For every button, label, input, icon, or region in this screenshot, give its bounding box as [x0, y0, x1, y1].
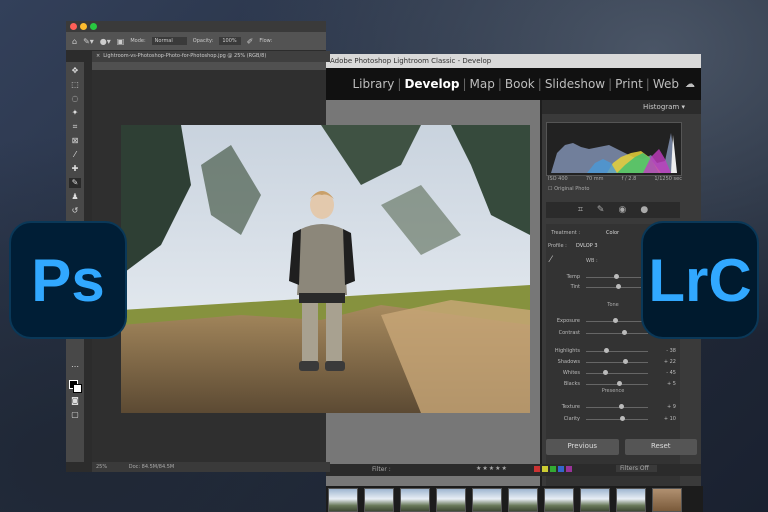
photoshop-logo: Ps — [9, 221, 127, 339]
module-book[interactable]: Book — [503, 77, 537, 91]
slider-knob — [620, 416, 625, 421]
previous-button[interactable]: Previous — [546, 439, 619, 455]
filmstrip-thumbnail[interactable] — [616, 488, 646, 512]
previous-reset-buttons: Previous Reset — [542, 439, 701, 455]
maximize-icon[interactable] — [90, 23, 97, 30]
slider-whites[interactable]: Whites - 45 — [546, 368, 680, 378]
opacity-input[interactable]: 100% — [219, 37, 241, 45]
background-color-swatch[interactable] — [73, 384, 82, 393]
filmstrip-thumbnail[interactable] — [400, 488, 430, 512]
filmstrip-thumbnail[interactable] — [544, 488, 574, 512]
healing-tool-icon[interactable]: ✚ — [69, 164, 81, 174]
eyedropper-tool-icon[interactable]: ⁄ — [69, 150, 81, 160]
slider-knob — [622, 330, 627, 335]
histogram-header[interactable]: Histogram ▾ — [542, 100, 701, 114]
develop-tool-strip: ⌗ ✎ ◉ ● — [546, 202, 680, 218]
lasso-tool-icon[interactable]: ◌ — [69, 94, 81, 104]
cloud-icon[interactable]: ☁ — [685, 79, 695, 90]
filmstrip-thumbnail[interactable] — [508, 488, 538, 512]
slider-knob — [603, 370, 608, 375]
module-library[interactable]: Library — [350, 77, 396, 91]
slider-knob — [617, 381, 622, 386]
filters-off-dropdown[interactable]: Filters Off — [616, 465, 657, 472]
close-icon[interactable] — [70, 23, 77, 30]
brush-settings-icon[interactable]: ▣ — [117, 37, 125, 46]
flow-label: Flow: — [259, 38, 273, 44]
module-develop[interactable]: Develop — [402, 77, 461, 91]
slider-knob — [604, 348, 609, 353]
history-brush-tool-icon[interactable]: ↺ — [69, 206, 81, 216]
filmstrip-thumbnail[interactable] — [364, 488, 394, 512]
quick-select-tool-icon[interactable]: ✦ — [69, 108, 81, 118]
color-label-filter[interactable] — [534, 466, 572, 472]
slider-knob — [613, 318, 618, 323]
filmstrip-thumbnail[interactable] — [652, 488, 682, 512]
frame-tool-icon[interactable]: ⊠ — [69, 136, 81, 146]
minimize-icon[interactable] — [80, 23, 87, 30]
module-slideshow[interactable]: Slideshow — [543, 77, 607, 91]
mode-select[interactable]: Normal — [151, 37, 187, 45]
home-icon[interactable]: ⌂ — [72, 37, 77, 46]
filmstrip-filter-bar: Filter : ★★★★★ Filters Off — [326, 464, 701, 476]
more-tools-icon[interactable]: ⋯ — [69, 362, 81, 372]
doc-size: Doc: 84.5M/84.5M — [128, 464, 175, 470]
filmstrip-thumbnail[interactable] — [328, 488, 358, 512]
pressure-opacity-icon[interactable]: ✐ — [247, 37, 254, 46]
filmstrip-thumbnail[interactable] — [472, 488, 502, 512]
mode-label: Mode: — [130, 38, 146, 44]
presence-section-label: Presence — [601, 388, 625, 394]
mask-icon[interactable]: ● — [640, 205, 648, 215]
horizontal-ruler — [92, 62, 326, 70]
slider-texture[interactable]: Texture + 9 — [546, 402, 680, 412]
document-tab[interactable]: × Lightroom-vs-Photoshop-Photo-for-Photos… — [92, 51, 330, 62]
treatment-value[interactable]: Color — [606, 230, 619, 236]
lightroom-title-bar: Adobe Photoshop Lightroom Classic - Deve… — [326, 54, 701, 68]
module-print[interactable]: Print — [613, 77, 645, 91]
crop-tool-icon[interactable]: ⌗ — [69, 122, 81, 132]
module-web[interactable]: Web — [651, 77, 681, 91]
close-tab-icon[interactable]: × — [96, 53, 100, 59]
photoshop-title-bar — [66, 21, 326, 32]
rating-filter-stars[interactable]: ★★★★★ — [476, 465, 508, 472]
filmstrip-thumbnail[interactable] — [580, 488, 610, 512]
stamp-tool-icon[interactable]: ♟ — [69, 192, 81, 202]
slider-clarity[interactable]: Clarity + 10 — [546, 414, 680, 424]
brush-tool-icon[interactable]: ✎▾ — [83, 37, 94, 46]
screen-mode-icon[interactable]: ▢ — [69, 410, 81, 420]
original-photo-checkbox[interactable]: ☐ Original Photo — [548, 186, 590, 192]
filmstrip — [326, 486, 703, 512]
redeye-icon[interactable]: ◉ — [618, 205, 626, 215]
marquee-tool-icon[interactable]: ⬚ — [69, 80, 81, 90]
quick-mask-icon[interactable]: ◙ — [69, 396, 81, 406]
slider-shadows[interactable]: Shadows + 22 — [546, 357, 680, 367]
zoom-level[interactable]: 25% — [96, 464, 107, 470]
slider-knob — [623, 359, 628, 364]
edited-photo — [121, 125, 530, 413]
eyedropper-icon[interactable]: ⁄ — [550, 255, 552, 265]
histogram-readout: ISO 400 70 mm f / 2.8 1/1250 sec — [548, 176, 682, 182]
crop-icon[interactable]: ⌗ — [578, 205, 583, 215]
slider-highlights[interactable]: Highlights - 38 — [546, 346, 680, 356]
histogram-chart — [546, 122, 682, 176]
reset-button[interactable]: Reset — [624, 439, 697, 455]
profile-value[interactable]: DVLOP 3 — [576, 243, 598, 249]
module-picker: Library | Develop | Map | Book | Slideshow | … — [326, 68, 701, 100]
brush-tool-icon[interactable]: ✎ — [69, 178, 81, 188]
move-tool-icon[interactable]: ✥ — [69, 66, 81, 76]
lightroom-classic-logo: LrC — [641, 221, 759, 339]
options-bar: ⌂ ✎▾ ●▾ ▣ Mode: Normal Opacity: 100% ✐ F… — [66, 32, 326, 50]
status-bar: 25% Doc: 84.5M/84.5M — [92, 462, 330, 472]
slider-knob — [619, 404, 624, 409]
module-map[interactable]: Map — [468, 77, 497, 91]
brush-size-icon[interactable]: ●▾ — [100, 37, 111, 46]
healing-icon[interactable]: ✎ — [597, 205, 605, 215]
filmstrip-thumbnail[interactable] — [436, 488, 466, 512]
filter-label: Filter : — [372, 466, 391, 473]
opacity-label: Opacity: — [192, 38, 214, 44]
